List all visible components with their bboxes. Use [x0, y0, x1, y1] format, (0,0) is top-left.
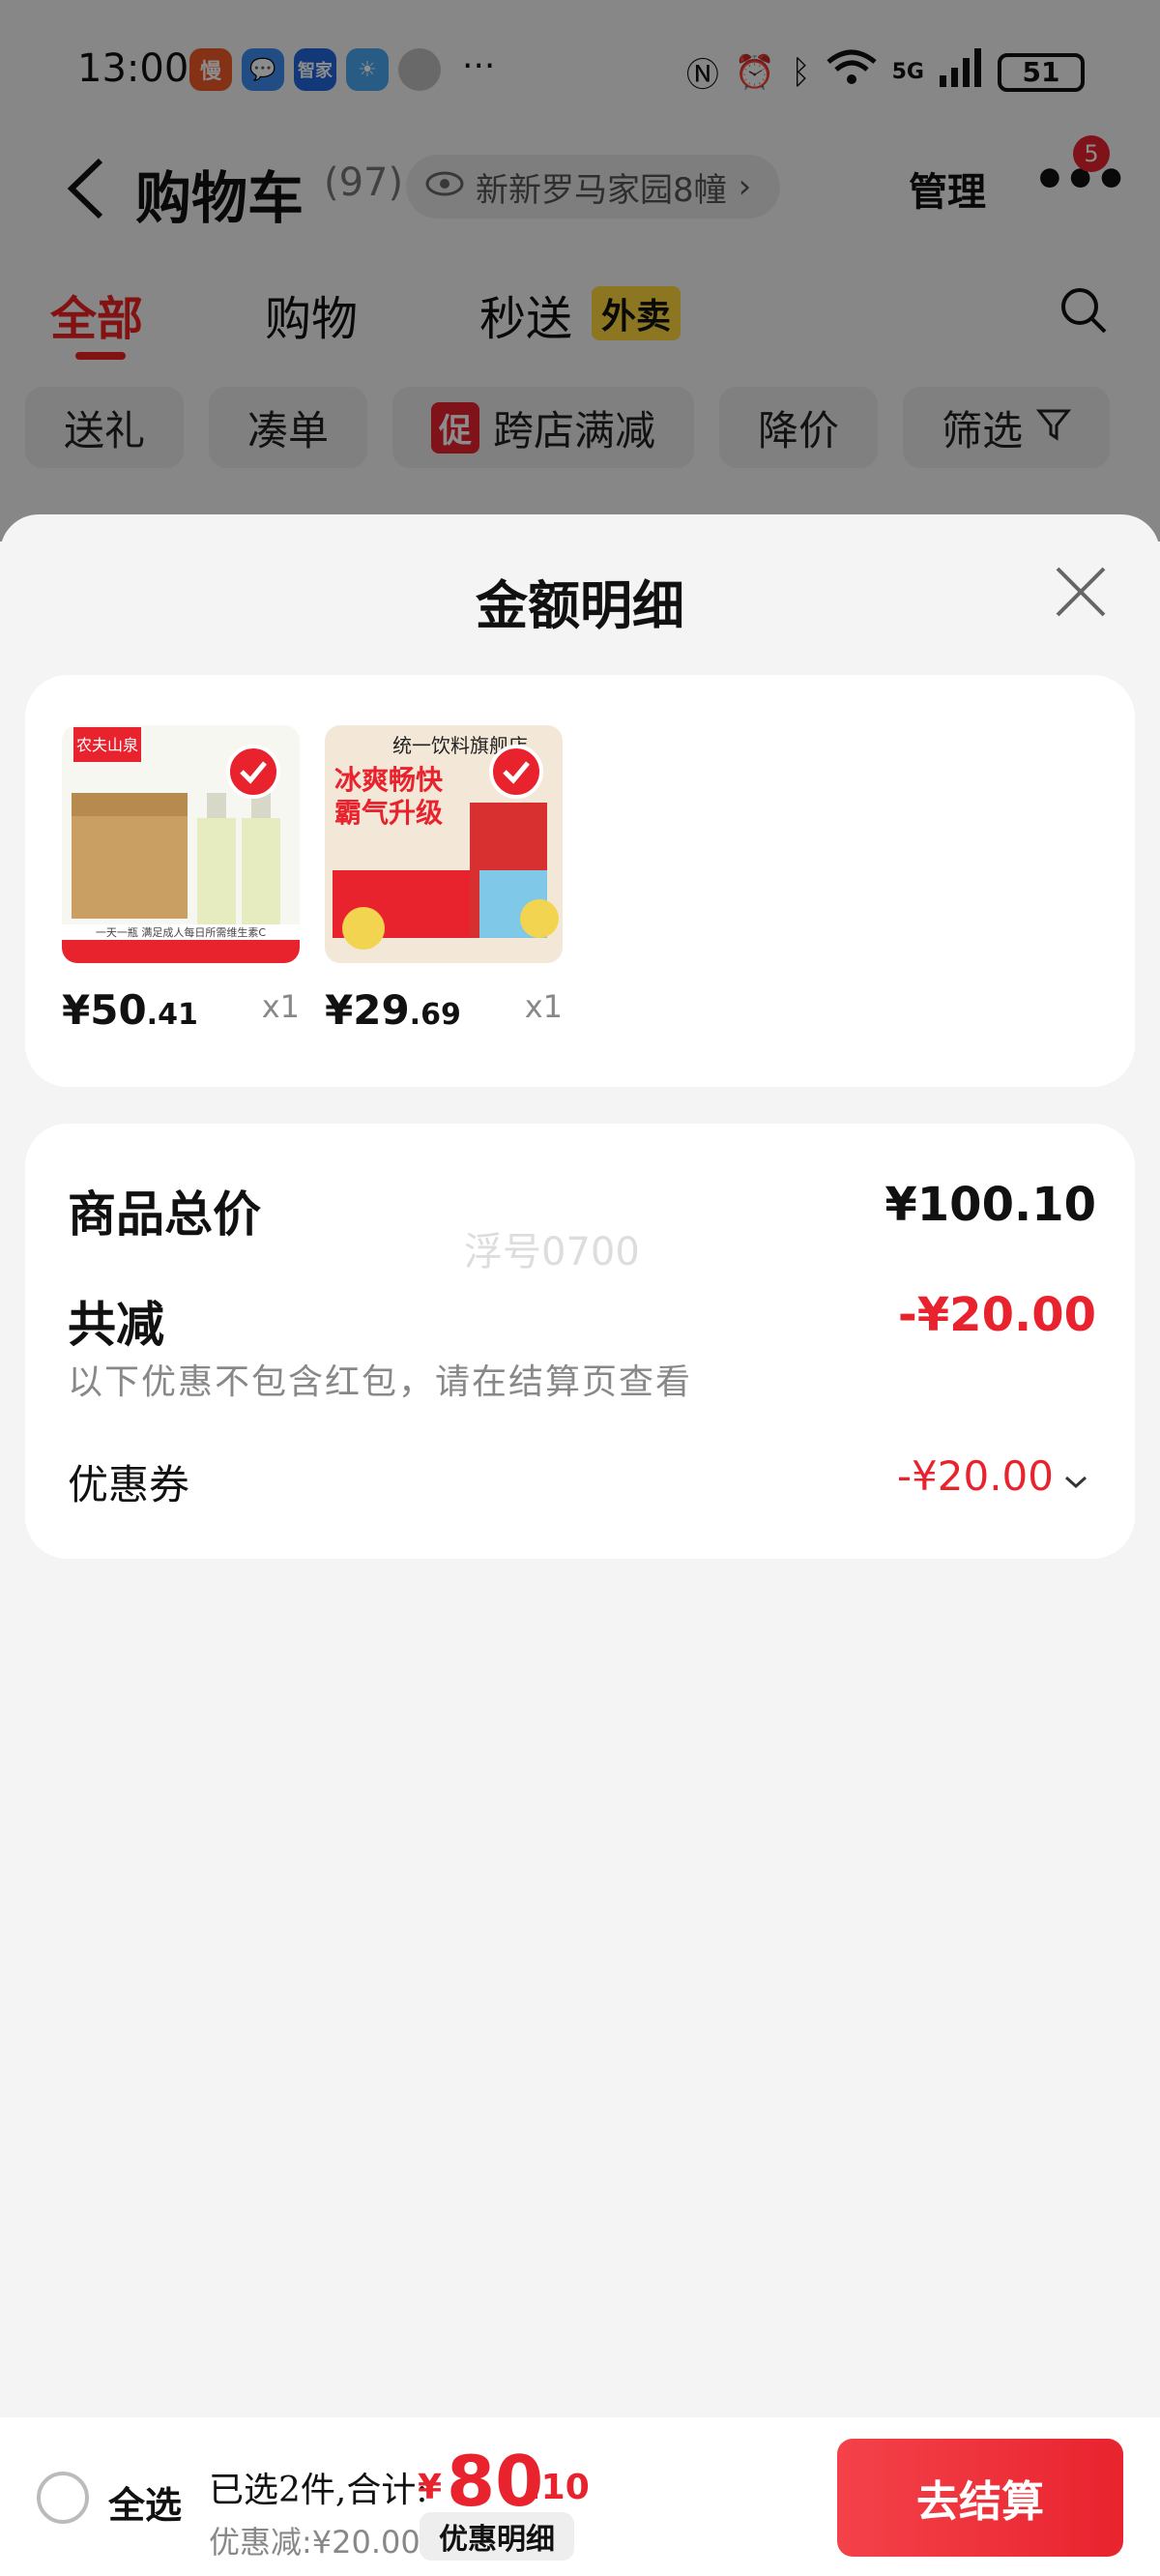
product-headline-1: 冰爽畅快 [334, 764, 444, 796]
price-cents: .69 [409, 998, 461, 1032]
reduction-value: -¥20.00 [897, 1288, 1096, 1342]
checkout-button[interactable]: 去结算 [837, 2439, 1123, 2557]
total-currency: ¥ [418, 2468, 443, 2507]
reduction-label: 共减 [68, 1296, 164, 1353]
sheet-title: 金额明细 [476, 574, 684, 636]
select-all-label[interactable]: 全选 [108, 2475, 182, 2529]
coupon-label: 优惠券 [68, 1461, 190, 1508]
chevron-down-icon [1063, 1452, 1088, 1500]
product-price: ¥29.69 [325, 986, 461, 1034]
selected-summary: 已选2件,合计: [209, 2471, 428, 2510]
discount-note: 以下优惠不包含红包，请在结算页查看 [68, 1362, 693, 1402]
select-all-radio[interactable] [37, 2472, 89, 2524]
discount-summary: 优惠减:¥20.00 [209, 2524, 420, 2561]
product-image: 农夫山泉 一天一瓶 满足成人每日所需维生素C [62, 725, 300, 963]
product-brand: 农夫山泉 [76, 736, 138, 754]
watermark-text: 浮号0700 [464, 1230, 640, 1274]
product-quantity: x1 [524, 988, 563, 1025]
price-main: ¥50 [62, 986, 147, 1034]
coupon-row[interactable]: -¥20.00 [897, 1452, 1088, 1500]
product-list-card: 农夫山泉 一天一瓶 满足成人每日所需维生素C ¥50.41 x1 统一饮料旗舰店… [25, 675, 1135, 1087]
total-price-label: 商品总价 [68, 1186, 261, 1243]
total-price-value: ¥100.10 [884, 1178, 1096, 1232]
coupon-value: -¥20.00 [896, 1452, 1054, 1500]
price-summary-card: 商品总价 ¥100.10 浮号0700 共减 -¥20.00 以下优惠不包含红包… [25, 1124, 1135, 1559]
product-caption: 一天一瓶 满足成人每日所需维生素C [96, 925, 266, 939]
checkout-bar: 全选 已选2件,合计: ¥ 80 .10 优惠减:¥20.00 优惠明细 去结算 [0, 2417, 1160, 2576]
product-item[interactable]: 农夫山泉 一天一瓶 满足成人每日所需维生素C ¥50.41 x1 [62, 725, 300, 1034]
amount-detail-sheet: 金额明细 农夫山泉 一天一瓶 满足成人每日所需维生素C ¥50.41 x1 统一… [0, 514, 1160, 2417]
product-headline-2: 霸气升级 [334, 797, 443, 829]
price-cents: .41 [146, 998, 198, 1032]
overlay-dim[interactable] [0, 0, 1160, 542]
discount-detail-button[interactable]: 优惠明细 [420, 2512, 574, 2561]
product-price: ¥50.41 [62, 986, 198, 1034]
product-item[interactable]: 统一饮料旗舰店 冰爽畅快 霸气升级 ¥29.69 x1 [325, 725, 563, 1034]
close-icon[interactable] [1054, 565, 1108, 619]
selected-check-icon [226, 745, 280, 799]
product-quantity: x1 [261, 988, 300, 1025]
price-main: ¥29 [325, 986, 410, 1034]
total-cents: .10 [528, 2468, 590, 2507]
product-image: 统一饮料旗舰店 冰爽畅快 霸气升级 [325, 725, 563, 963]
selected-check-icon [489, 745, 543, 799]
